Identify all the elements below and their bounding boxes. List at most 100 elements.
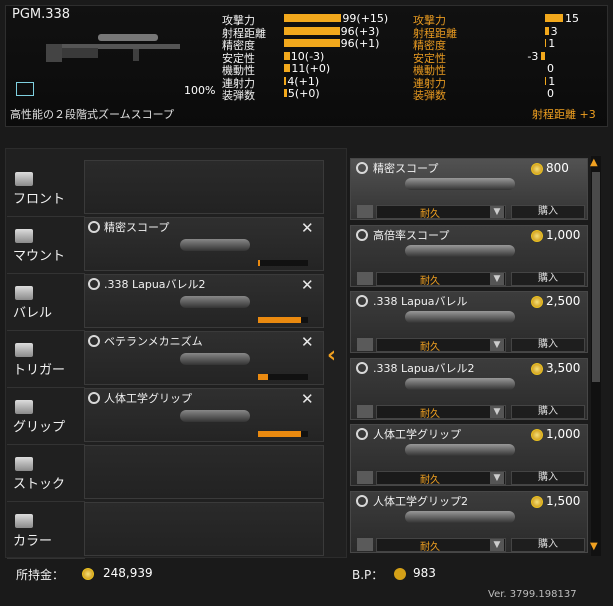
stat-value: 10(-3) bbox=[290, 49, 325, 63]
category-label: フロント bbox=[13, 192, 66, 207]
coin-icon bbox=[531, 229, 543, 242]
stat-bar bbox=[284, 26, 340, 35]
scroll-up-icon[interactable]: ▲ bbox=[590, 157, 598, 168]
shop-item-name: .338 Lapuaバレル bbox=[373, 295, 468, 308]
coin-icon bbox=[531, 163, 543, 175]
chevron-down-icon[interactable]: ▼ bbox=[490, 339, 504, 351]
durability-dropdown[interactable] bbox=[376, 537, 506, 552]
preview-icon[interactable] bbox=[357, 404, 373, 418]
stat-value: 3 bbox=[550, 24, 558, 38]
bp-icon bbox=[394, 568, 406, 580]
stat-bar bbox=[541, 51, 545, 60]
stat-value: 15 bbox=[565, 12, 579, 25]
funds-label: 所持金： bbox=[16, 568, 65, 582]
chevron-down-icon[interactable]: ▼ bbox=[490, 405, 504, 418]
stat-bar bbox=[284, 64, 291, 72]
scroll-down-icon[interactable]: ▼ bbox=[590, 541, 598, 552]
buy-button[interactable]: 購入 bbox=[511, 471, 585, 485]
funds-value: 248,939 bbox=[103, 566, 153, 580]
part-image bbox=[180, 296, 250, 308]
stat-value: 0 bbox=[547, 62, 554, 75]
front-icon bbox=[15, 172, 33, 186]
part-icon bbox=[88, 335, 100, 347]
chevron-down-icon[interactable]: ▼ bbox=[490, 472, 504, 484]
stat-value: 99(+15) bbox=[342, 12, 389, 25]
part-image bbox=[405, 444, 515, 456]
slot-part-name: 精密スコープ bbox=[104, 221, 170, 234]
slot-part-name: 人体工学グリップ bbox=[104, 392, 192, 405]
shop-item-name: 人体工学グリップ bbox=[373, 428, 461, 441]
category-label: バレル bbox=[13, 306, 53, 321]
bp-value: 983 bbox=[413, 566, 436, 580]
part-image bbox=[405, 244, 515, 257]
bp-label: B.P： bbox=[352, 568, 384, 582]
buy-button[interactable]: 購入 bbox=[511, 205, 585, 219]
part-image bbox=[180, 239, 250, 251]
remove-part-close-icon[interactable]: ✕ bbox=[301, 390, 314, 408]
preview-icon[interactable] bbox=[357, 338, 373, 351]
durability-bar bbox=[258, 374, 268, 380]
buy-button[interactable]: 購入 bbox=[511, 338, 585, 352]
stat-bar bbox=[545, 76, 547, 85]
durability-label: 耐久 bbox=[420, 475, 440, 486]
stat-bar bbox=[545, 39, 547, 47]
coin-icon bbox=[82, 568, 94, 580]
shop-item-price: 800 bbox=[546, 161, 569, 175]
chevron-down-icon[interactable]: ▼ bbox=[490, 538, 504, 551]
durability-label: 耐久 bbox=[420, 275, 440, 287]
preview-icon[interactable] bbox=[357, 471, 373, 484]
chevron-down-icon[interactable]: ▼ bbox=[490, 206, 504, 218]
durability-dropdown[interactable] bbox=[376, 338, 506, 352]
mount-icon bbox=[15, 229, 33, 243]
stock-icon bbox=[15, 457, 33, 471]
preview-icon[interactable] bbox=[357, 205, 373, 218]
part-icon bbox=[88, 278, 100, 290]
shop-item-name: 高倍率スコープ bbox=[373, 228, 450, 242]
durability-label: 耐久 bbox=[420, 209, 440, 220]
slot-part-name: ベテランメカニズム bbox=[104, 335, 203, 348]
durability-dropdown[interactable] bbox=[376, 271, 506, 286]
stat-bar bbox=[284, 39, 340, 47]
remove-part-close-icon[interactable]: ✕ bbox=[301, 276, 314, 294]
attachment-description: 高性能の２段階式ズームスコープ bbox=[10, 108, 175, 121]
equipped-slot[interactable] bbox=[84, 445, 324, 499]
preview-icon[interactable] bbox=[357, 271, 373, 285]
stat-bar bbox=[284, 76, 287, 85]
buy-button[interactable]: 購入 bbox=[511, 537, 585, 552]
part-image bbox=[405, 377, 515, 390]
coin-icon bbox=[531, 429, 543, 441]
shop-item-price: 1,500 bbox=[546, 493, 581, 508]
part-icon bbox=[356, 494, 368, 507]
completion-percent: 100% bbox=[184, 84, 216, 97]
stat-bar bbox=[284, 51, 290, 60]
chevron-down-icon[interactable]: ▼ bbox=[490, 272, 504, 285]
stat-label: 装弾数 bbox=[222, 89, 255, 102]
buy-button[interactable]: 購入 bbox=[511, 404, 585, 419]
color-icon bbox=[15, 514, 33, 528]
preview-icon[interactable] bbox=[357, 537, 373, 551]
coin-icon bbox=[531, 362, 543, 375]
barrel-icon bbox=[15, 286, 33, 300]
equipped-slot[interactable] bbox=[84, 502, 324, 556]
category-label: マウント bbox=[13, 249, 66, 264]
shop-item-price: 2,500 bbox=[546, 294, 581, 308]
remove-part-close-icon[interactable]: ✕ bbox=[301, 219, 314, 237]
weapon-name: PGM.338 bbox=[12, 7, 71, 22]
remove-part-close-icon[interactable]: ✕ bbox=[301, 333, 314, 351]
durability-label: 耐久 bbox=[420, 342, 440, 353]
stat-value: 4(+1) bbox=[287, 74, 320, 88]
chevron-left-icon[interactable]: ‹ bbox=[327, 343, 336, 368]
category-label: ストック bbox=[13, 477, 66, 492]
part-icon bbox=[356, 361, 368, 374]
durability-dropdown[interactable] bbox=[376, 205, 506, 219]
part-icon bbox=[356, 295, 368, 307]
scrollbar-thumb[interactable] bbox=[592, 172, 600, 382]
part-image bbox=[180, 410, 250, 422]
durability-dropdown[interactable] bbox=[376, 471, 506, 485]
stat-value: 11(+0) bbox=[291, 62, 331, 75]
stat-value: -3 bbox=[527, 49, 539, 63]
durability-dropdown[interactable] bbox=[376, 404, 506, 419]
shop-item-name: .338 Lapuaバレル2 bbox=[373, 361, 475, 375]
equipped-slot[interactable] bbox=[84, 160, 324, 214]
buy-button[interactable]: 購入 bbox=[511, 271, 585, 286]
